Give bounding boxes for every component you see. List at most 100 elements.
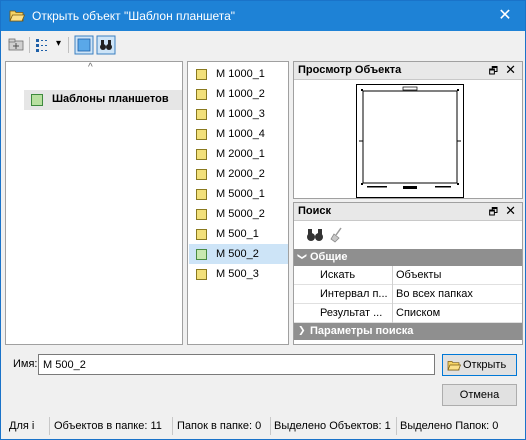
tree-item-label: Шаблоны планшетов (52, 93, 169, 105)
chevron-right-icon: ❯ (298, 325, 306, 335)
search-panel: Поиск 🗗 ✕ ❯ Общие Искать Объекты Интерва… (293, 202, 523, 345)
list-item-label: М 2000_1 (216, 148, 265, 160)
column-divider (392, 285, 393, 304)
template-icon (196, 69, 207, 80)
option-value[interactable]: Объекты (396, 269, 441, 281)
template-icon (196, 169, 207, 180)
preview-toggle-icon[interactable] (74, 35, 94, 55)
list-item-label: М 1000_2 (216, 88, 265, 100)
list-item[interactable]: М 1000_1 (189, 64, 288, 84)
list-item[interactable]: М 500_3 (189, 264, 288, 284)
list-item-label: М 1000_1 (216, 68, 265, 80)
scroll-up-icon[interactable]: ^ (88, 62, 93, 73)
close-icon[interactable]: ✕ (485, 1, 525, 31)
title-bar: Открыть объект "Шаблон планшета" ✕ (1, 1, 525, 31)
status-hint: Для і (9, 420, 35, 432)
search-option-row[interactable]: Интервал п... Во всех папках (294, 285, 522, 304)
template-icon (196, 89, 207, 100)
status-folders-count: Папок в папке: 0 (177, 420, 262, 432)
list-item-label: М 5000_2 (216, 208, 265, 220)
tree-item-templates[interactable]: Шаблоны планшетов (24, 90, 182, 110)
status-separator (172, 417, 173, 435)
template-icon (196, 209, 207, 220)
list-item[interactable]: М 5000_1 (189, 184, 288, 204)
list-item-selected[interactable]: М 500_2 (189, 244, 288, 264)
name-label: Имя: (13, 358, 38, 370)
toolbar-separator (29, 37, 30, 53)
toolbar: ▾ (1, 31, 525, 59)
cancel-button[interactable]: Отмена (442, 384, 517, 406)
group-general-label: Общие (310, 251, 348, 263)
folder-up-icon[interactable] (7, 35, 25, 55)
search-option-row[interactable]: Результат ... Списком (294, 304, 522, 323)
list-item[interactable]: М 1000_3 (189, 104, 288, 124)
sheet-drawing (359, 86, 461, 189)
list-item[interactable]: М 1000_2 (189, 84, 288, 104)
find-binoculars-icon[interactable] (306, 227, 324, 243)
list-item[interactable]: М 1000_4 (189, 124, 288, 144)
column-divider (392, 304, 393, 323)
open-object-dialog: Открыть объект "Шаблон планшета" ✕ ▾ ^ Ш… (0, 0, 526, 440)
close-icon[interactable]: ✕ (505, 62, 516, 78)
list-item-label: М 5000_1 (216, 188, 265, 200)
folder-tree-panel: ^ Шаблоны планшетов (5, 61, 183, 345)
open-folder-icon (9, 10, 25, 22)
list-item-label: М 1000_3 (216, 108, 265, 120)
close-icon[interactable]: ✕ (505, 203, 516, 219)
column-divider (392, 266, 393, 285)
search-panel-header: Поиск 🗗 ✕ (294, 203, 522, 221)
option-value[interactable]: Во всех папках (396, 288, 473, 300)
option-key: Результат ... (320, 307, 383, 319)
status-selected-folders: Выделено Папок: 0 (400, 420, 499, 432)
status-separator (49, 417, 50, 435)
sheet-template-preview (356, 84, 464, 198)
list-item[interactable]: М 2000_2 (189, 164, 288, 184)
object-list-panel: М 1000_1 М 1000_2 М 1000_3 М 1000_4 М 20… (187, 61, 289, 345)
list-item-label: М 2000_2 (216, 168, 265, 180)
search-panel-title: Поиск (298, 205, 332, 217)
name-input[interactable] (38, 354, 435, 375)
group-params-label: Параметры поиска (310, 325, 414, 337)
template-icon (196, 229, 207, 240)
status-separator (396, 417, 397, 435)
group-general[interactable]: ❯ Общие (294, 249, 522, 266)
status-selected-objects: Выделено Объектов: 1 (274, 420, 391, 432)
undock-icon[interactable]: 🗗 (489, 64, 498, 81)
view-mode-icon[interactable] (34, 35, 54, 55)
open-button[interactable]: Открыть (442, 354, 517, 376)
option-key: Искать (320, 269, 356, 281)
option-value[interactable]: Списком (396, 307, 440, 319)
chevron-down-icon: ❯ (297, 252, 308, 261)
list-item-label: М 500_3 (216, 268, 259, 280)
option-key: Интервал п... (320, 288, 388, 300)
search-toolbar (294, 223, 522, 249)
preview-panel-header: Просмотр Объекта 🗗 ✕ (294, 62, 522, 80)
list-item[interactable]: М 5000_2 (189, 204, 288, 224)
window-title: Открыть объект "Шаблон планшета" (32, 9, 236, 23)
list-item-label: М 500_1 (216, 228, 259, 240)
template-icon (196, 269, 207, 280)
object-preview-panel: Просмотр Объекта 🗗 ✕ (293, 61, 523, 199)
group-search-params[interactable]: ❯ Параметры поиска (294, 323, 522, 340)
dropdown-arrow-icon[interactable]: ▾ (56, 38, 61, 58)
search-binoculars-icon[interactable] (96, 35, 116, 55)
template-folder-icon (31, 94, 43, 106)
preview-panel-title: Просмотр Объекта (298, 64, 402, 76)
status-bar: Для і Объектов в папке: 11 Папок в папке… (1, 413, 525, 439)
template-icon (196, 149, 207, 160)
list-item-label: М 500_2 (216, 248, 259, 260)
undock-icon[interactable]: 🗗 (489, 205, 498, 222)
cancel-button-label: Отмена (459, 389, 500, 401)
template-icon (196, 109, 207, 120)
template-icon (196, 249, 207, 260)
search-option-row[interactable]: Искать Объекты (294, 266, 522, 285)
clear-broom-icon[interactable] (329, 227, 345, 243)
open-folder-icon (447, 361, 461, 371)
status-separator (270, 417, 271, 435)
list-item[interactable]: М 2000_1 (189, 144, 288, 164)
toolbar-separator (68, 37, 69, 53)
open-button-label: Открыть (463, 359, 507, 371)
status-objects-count: Объектов в папке: 11 (54, 420, 162, 432)
template-icon (196, 129, 207, 140)
list-item[interactable]: М 500_1 (189, 224, 288, 244)
